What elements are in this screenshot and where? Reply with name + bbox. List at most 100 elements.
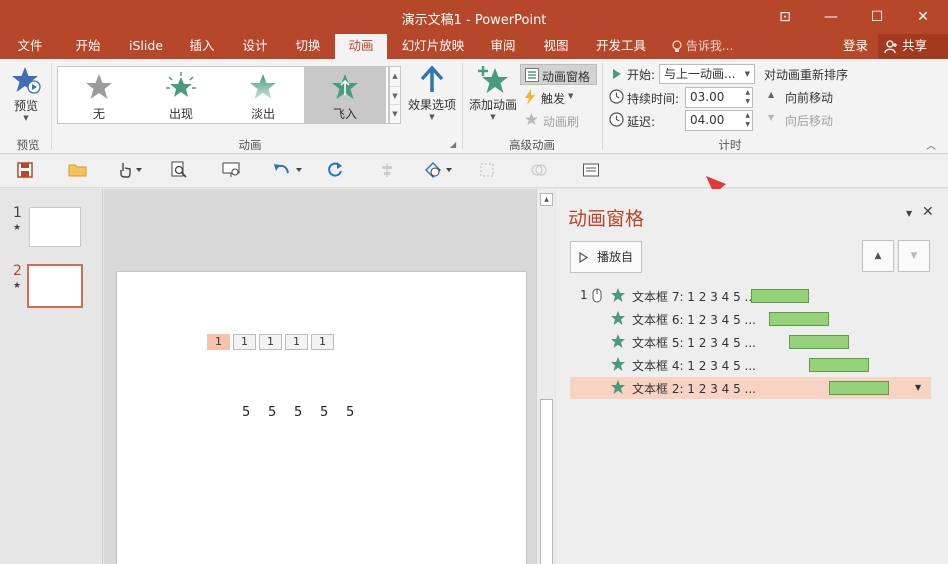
move-up-button[interactable]: ▲ [862,240,894,272]
close-button[interactable]: ✕ [900,0,946,34]
timeline-bar[interactable] [789,335,849,349]
move-later-label: 向后移动 [785,114,834,128]
preview-button[interactable]: 预览 ▼ [6,65,46,127]
slide-number-1: 1 [13,205,22,221]
spinner-arrows-icon[interactable]: ▲ ▼ [745,111,750,129]
trigger-button[interactable]: 触发 ▼ [522,87,582,107]
number-box[interactable]: 1 [285,334,308,350]
text-number[interactable]: 5 [346,405,354,420]
animation-list-item[interactable]: 1 文本框 7: 1 2 3 4 5 ... [570,285,931,307]
animation-appear-label: 出现 [168,107,193,121]
tab-file[interactable]: 文件 [6,34,54,59]
scroll-up-icon[interactable]: ▲ [390,67,400,86]
timeline-bar[interactable] [769,312,829,326]
title-bar: 演示文稿1 - PowerPoint ⊡ — ☐ ✕ [0,0,948,34]
effect-options-button[interactable]: 效果选项 ▼ [404,65,460,129]
animation-none[interactable]: 无 [58,67,140,123]
tab-animations[interactable]: 动画 [335,34,387,59]
lightbulb-icon [672,39,682,54]
scroll-thumb[interactable] [540,399,553,564]
maximize-button[interactable]: ☐ [854,0,900,34]
tell-me-box[interactable]: 告诉我... [672,34,733,59]
ribbon-display-options-button[interactable]: ⊡ [762,0,808,34]
start-dropdown[interactable]: 与上一动画... ▼ [659,64,755,84]
quick-access-toolbar [0,155,948,188]
move-down-button[interactable]: ▼ [898,240,930,272]
tab-home[interactable]: 开始 [64,34,112,59]
touch-mode-icon[interactable] [116,161,146,181]
number-box[interactable]: 1 [207,334,230,350]
share-button[interactable]: 共享 [878,34,948,59]
text-number[interactable]: 5 [242,405,250,420]
login-link[interactable]: 登录 [843,34,868,58]
animation-painter-button[interactable]: 动画刷 [522,110,582,130]
close-icon[interactable]: ✕ [922,204,934,220]
tab-view[interactable]: 视图 [534,34,578,59]
text-number[interactable]: 5 [268,405,276,420]
slide-thumbnail-2[interactable]: 2 ★ [10,263,85,309]
scroll-up-arrow-icon[interactable]: ▲ [540,193,553,206]
slide-thumbnail-1[interactable]: 1 ★ [10,205,85,249]
redo-icon[interactable] [326,161,348,181]
animation-star-icon [610,379,626,395]
animation-star-icon [610,287,626,303]
move-later-button[interactable]: ▼ 向后移动 [768,111,838,129]
duration-spinner[interactable]: 03.00 ▲ ▼ [685,87,753,108]
text-number[interactable]: 5 [294,405,302,420]
print-preview-icon[interactable] [170,161,192,181]
slideshow-icon[interactable] [222,161,244,181]
chevron-down-icon: ▼ [568,92,574,100]
minimize-button[interactable]: — [808,0,854,34]
slide-number-2: 2 [13,263,22,279]
animation-pane: 动画窗格 ▼ ✕ 播放自 ▲ ▼ 1 文本框 7: 1 2 3 4 5 ... … [556,189,948,564]
number-box[interactable]: 1 [311,334,334,350]
tab-developer[interactable]: 开发工具 [588,34,654,59]
tab-slideshow[interactable]: 幻灯片放映 [395,34,471,59]
spinner-arrows-icon[interactable]: ▲ ▼ [745,88,750,106]
animation-list-item[interactable]: 文本框 6: 1 2 3 4 5 ... [570,308,931,330]
undo-icon[interactable] [272,161,306,181]
animation-appear[interactable]: 出现 [140,67,222,123]
animation-fly-in[interactable]: 飞入 [304,67,386,123]
fly-in-star-icon [331,73,359,101]
animation-list-item[interactable]: 文本框 5: 1 2 3 4 5 ... [570,331,931,353]
item-dropdown-icon[interactable]: ▼ [915,383,921,392]
vertical-scrollbar[interactable]: ▲ [536,189,555,564]
animation-pane-button[interactable]: 动画窗格 [520,64,597,85]
play-from-button[interactable]: 播放自 [570,241,642,273]
fade-star-icon [249,73,277,101]
pane-options-icon[interactable]: ▼ [906,209,912,218]
animation-fade[interactable]: 淡出 [222,67,304,123]
animation-list-item[interactable]: 文本框 4: 1 2 3 4 5 ... [570,354,931,376]
tab-insert[interactable]: 插入 [180,34,224,59]
timeline-bar[interactable] [829,381,889,395]
move-earlier-button[interactable]: ▲ 向前移动 [768,88,838,106]
preview-star-icon [11,65,41,95]
slide-canvas[interactable]: 1 1 1 1 1 5 5 5 5 5 [116,271,527,564]
tab-transitions[interactable]: 切换 [286,34,330,59]
timeline-bar[interactable] [751,289,809,303]
gallery-scroll[interactable]: ▲ ▼ ▼ [389,66,401,124]
number-box[interactable]: 1 [233,334,256,350]
text-number[interactable]: 5 [320,405,328,420]
collapse-ribbon-icon[interactable]: ︿ [926,137,936,152]
picture-icon[interactable] [582,161,604,181]
open-folder-icon[interactable] [68,161,90,181]
tab-islide[interactable]: iSlide [120,34,172,59]
animation-list-item-selected[interactable]: 文本框 2: 1 2 3 4 5 ... ▼ [570,377,931,399]
timeline-bar[interactable] [809,358,869,372]
tab-review[interactable]: 审阅 [481,34,525,59]
delay-spinner[interactable]: 04.00 ▲ ▼ [685,110,753,131]
add-animation-button[interactable]: 添加动画 ▼ [467,65,519,129]
dialog-launcher-icon[interactable]: ◢ [450,140,456,149]
painter-star-icon [524,112,539,127]
number-box[interactable]: 1 [259,334,282,350]
chevron-down-icon: ▼ [429,113,435,121]
group-label-preview: 预览 [16,138,40,152]
shapes-icon[interactable] [424,161,456,181]
save-icon[interactable] [16,161,38,181]
tab-design[interactable]: 设计 [233,34,277,59]
gallery-more-icon[interactable]: ▼ [390,104,400,122]
scroll-down-icon[interactable]: ▼ [390,86,400,104]
slide-thumbnails-pane: 1 ★ 2 ★ [0,189,103,564]
